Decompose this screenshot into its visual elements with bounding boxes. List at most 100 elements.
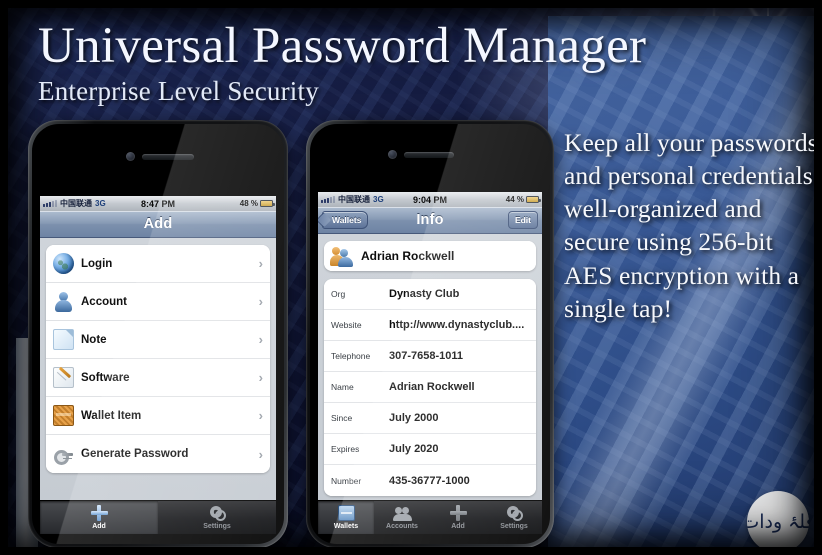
phone-glass-right: 中国联通 3G 9:04 PM 44 % Wallets Info Edit A… bbox=[310, 124, 550, 544]
front-camera-icon bbox=[388, 150, 397, 159]
page-subtitle: Enterprise Level Security bbox=[38, 76, 319, 107]
list-item[interactable]: Software › bbox=[46, 359, 270, 397]
info-row: Website http://www.dynastyclub.... bbox=[324, 310, 536, 341]
tab-add[interactable]: Add bbox=[40, 501, 158, 534]
info-row-value: July 2000 bbox=[389, 412, 439, 424]
tab-wallets[interactable]: Wallets bbox=[318, 501, 374, 534]
info-row: Org Dynasty Club bbox=[324, 279, 536, 310]
person-icon bbox=[53, 291, 74, 312]
software-icon bbox=[53, 367, 74, 388]
info-row: Name Adrian Rockwell bbox=[324, 372, 536, 403]
battery-icon bbox=[526, 196, 541, 203]
front-camera-icon bbox=[126, 152, 135, 161]
screen-add: 中国联通 3G 8:47 PM 48 % Add Login › Account… bbox=[40, 196, 276, 534]
tabbar-right: Wallets Accounts Add Settings bbox=[318, 500, 542, 534]
wallet-icon bbox=[53, 405, 74, 426]
info-row-value: July 2020 bbox=[389, 443, 439, 455]
list-item-label: Generate Password bbox=[81, 448, 189, 460]
navbar-info: Wallets Info Edit bbox=[318, 207, 542, 234]
list-item-label: Login bbox=[81, 257, 113, 270]
phone-body-left: 中国联通 3G 8:47 PM 48 % Add Login › Account… bbox=[28, 120, 288, 547]
list-item[interactable]: Note › bbox=[46, 321, 270, 359]
info-row-value: Dynasty Club bbox=[389, 288, 460, 300]
screen-info: 中国联通 3G 9:04 PM 44 % Wallets Info Edit A… bbox=[318, 192, 542, 534]
navbar-add: Add bbox=[40, 211, 276, 238]
publisher-badge: قلۂ ودات bbox=[747, 491, 809, 547]
chevron-right-icon: › bbox=[258, 370, 263, 385]
info-row: Number 435-36777-1000 bbox=[324, 465, 536, 496]
info-row-key: Number bbox=[331, 475, 362, 486]
tab-settings[interactable]: Settings bbox=[486, 501, 542, 534]
chevron-right-icon: › bbox=[258, 294, 263, 309]
info-row-key: Website bbox=[331, 320, 362, 330]
key-icon bbox=[53, 444, 74, 465]
info-row-key: Org bbox=[331, 289, 346, 299]
person-row[interactable]: Adrian Rockwell bbox=[324, 241, 536, 271]
battery-percent-label: 48 % bbox=[239, 199, 258, 208]
gear-icon bbox=[506, 505, 523, 521]
chevron-right-icon: › bbox=[258, 446, 263, 462]
tab-add[interactable]: Add bbox=[430, 501, 486, 534]
info-row-key: Name bbox=[331, 382, 354, 392]
tab-label: Settings bbox=[500, 523, 528, 530]
info-row-value: 435-36777-1000 bbox=[389, 474, 470, 487]
info-row-value: 307-7658-1011 bbox=[389, 350, 464, 362]
status-right-group: 44 % bbox=[505, 195, 541, 204]
tab-label: Add bbox=[451, 523, 465, 530]
tab-accounts[interactable]: Accounts bbox=[374, 501, 430, 534]
info-row-value: Adrian Rockwell bbox=[389, 381, 475, 393]
navbar-title: Add bbox=[143, 216, 173, 232]
wallet-icon bbox=[337, 505, 355, 521]
list-item-label: Software bbox=[81, 371, 130, 384]
navbar-title: Info bbox=[416, 212, 444, 228]
chevron-right-icon: › bbox=[258, 256, 263, 271]
tab-label: Wallets bbox=[333, 523, 359, 530]
plus-icon bbox=[90, 505, 108, 521]
info-row: Since July 2000 bbox=[324, 403, 536, 434]
info-list-container: Adrian Rockwell Org Dynasty Club Website ht… bbox=[318, 234, 542, 500]
back-button-wallets[interactable]: Wallets bbox=[322, 211, 369, 229]
globe-icon bbox=[53, 253, 74, 274]
phone-glass-left: 中国联通 3G 8:47 PM 48 % Add Login › Account… bbox=[32, 124, 284, 544]
list-item-label: Account bbox=[81, 295, 127, 308]
screenshot-root: 90 80 Universal Password Manager Enterpr… bbox=[0, 0, 822, 555]
list-item[interactable]: Login › bbox=[46, 245, 270, 283]
battery-icon bbox=[260, 200, 275, 207]
tabbar-left: Add Settings bbox=[40, 500, 276, 534]
person-name: Adrian Rockwell bbox=[361, 249, 455, 263]
info-row: Telephone 307-7658-1011 bbox=[324, 341, 536, 372]
list-item[interactable]: Account › bbox=[46, 283, 270, 321]
chevron-right-icon: › bbox=[258, 408, 263, 423]
battery-percent-label: 44 % bbox=[505, 195, 524, 204]
info-row-key: Expires bbox=[331, 444, 360, 454]
list-item[interactable]: Generate Password › bbox=[46, 435, 270, 473]
earpiece-speaker-icon bbox=[404, 152, 454, 158]
add-list-container: Login › Account › Note › Software › Wallet Item ›… bbox=[40, 238, 276, 500]
tab-label: Add bbox=[92, 523, 106, 530]
status-bar-left: 中国联通 3G 8:47 PM 48 % bbox=[40, 196, 276, 211]
iphone-right: 中国联通 3G 9:04 PM 44 % Wallets Info Edit A… bbox=[306, 120, 554, 547]
status-bar-right: 中国联通 3G 9:04 PM 44 % bbox=[318, 192, 542, 207]
plus-icon bbox=[449, 505, 467, 521]
list-item[interactable]: Wallet Item › bbox=[46, 397, 270, 435]
info-row: Expires July 2020 bbox=[324, 434, 536, 465]
poster-header: Universal Password Manager Enterprise Le… bbox=[38, 18, 758, 107]
list-item-label: Wallet Item bbox=[81, 409, 142, 422]
badge-script: قلۂ ودات bbox=[747, 511, 809, 533]
info-fields-group: Org Dynasty Club Website http://www.dynasty… bbox=[324, 279, 536, 496]
people-icon bbox=[392, 505, 412, 521]
tab-settings[interactable]: Settings bbox=[158, 501, 276, 534]
note-icon bbox=[53, 329, 74, 350]
people-icon bbox=[331, 246, 353, 267]
gear-icon bbox=[209, 505, 226, 521]
phone-body-right: 中国联通 3G 9:04 PM 44 % Wallets Info Edit A… bbox=[306, 120, 554, 547]
poster-frame: 90 80 Universal Password Manager Enterpr… bbox=[8, 8, 814, 547]
add-list-group: Login › Account › Note › Software › Wallet Item ›… bbox=[46, 245, 270, 473]
person-group[interactable]: Adrian Rockwell bbox=[324, 241, 536, 271]
info-row-key: Telephone bbox=[331, 351, 371, 361]
chevron-right-icon: › bbox=[258, 332, 263, 347]
edit-button[interactable]: Edit bbox=[507, 211, 538, 229]
page-title: Universal Password Manager bbox=[38, 18, 647, 74]
promo-text: Keep all your passwords and personal cre… bbox=[564, 128, 814, 323]
tab-label: Accounts bbox=[386, 523, 418, 530]
